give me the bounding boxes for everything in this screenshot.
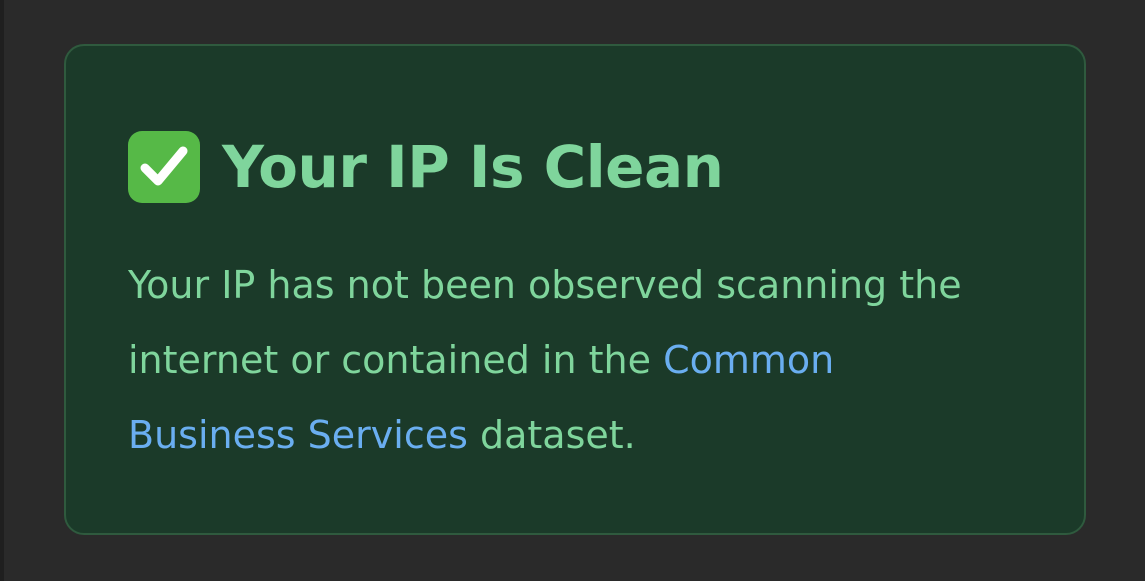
status-message: Your IP has not been observed scanning t… [128,248,1008,473]
status-header: Your IP Is Clean [128,124,1024,210]
check-mark-button-icon [128,131,200,203]
message-text-part1: Your IP has not been observed scanning t… [128,263,962,382]
status-title: Your IP Is Clean [222,133,724,201]
ip-status-card: Your IP Is Clean Your IP has not been ob… [64,44,1086,535]
message-text-part2: dataset. [467,413,636,457]
window-edge [0,0,4,581]
